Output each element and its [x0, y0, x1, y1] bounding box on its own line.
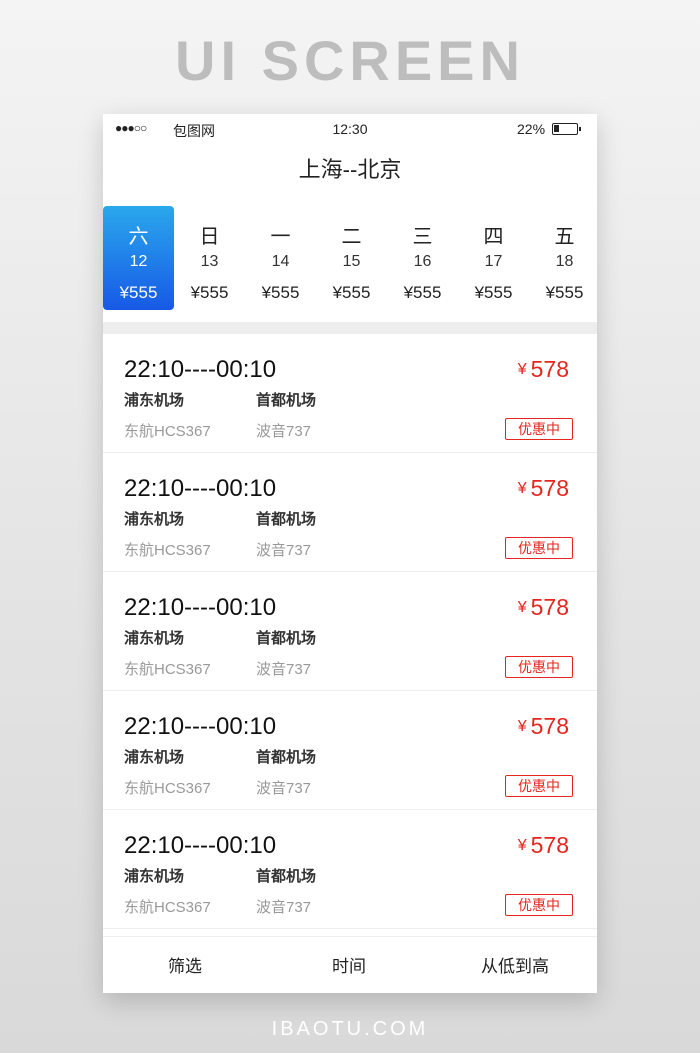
date-price: ¥555 — [474, 283, 513, 302]
flight-price: ¥578 — [518, 832, 569, 859]
section-divider — [103, 322, 597, 334]
flight-times: 22:10----00:10 — [124, 475, 277, 502]
route-title: 上海--北京 — [298, 157, 402, 182]
flight-list: 22:10----00:10 浦东机场 首都机场 东航HCS367 波音737 ¥578 优… — [103, 334, 597, 932]
date-weekday: 日 — [199, 226, 220, 248]
flight-row[interactable]: 22:10----00:10 浦东机场 首都机场东航HCS367 波音737 ¥578 优… — [103, 691, 597, 810]
date-weekday: 五 — [554, 226, 575, 248]
date-option[interactable]: 日 13 ¥555 — [174, 206, 245, 310]
aircraft-type: 波音737 — [256, 780, 312, 797]
flight-number: 东航HCS367 — [124, 899, 211, 916]
showcase-footer: IBAOTU.COM — [271, 1018, 429, 1040]
date-weekday: 四 — [483, 226, 504, 248]
battery-percentage: 22% — [517, 121, 546, 137]
price-amount: 578 — [530, 594, 569, 620]
departure-airport: 浦东机场 — [124, 868, 185, 885]
departure-airport: 浦东机场 — [124, 749, 185, 766]
date-weekday: 一 — [270, 226, 291, 248]
time-sort-button[interactable]: 时间 — [289, 937, 409, 993]
date-day: 14 — [271, 253, 290, 270]
date-weekday: 二 — [341, 226, 362, 248]
phone-screen: ●●●○○ 包图网 12:30 22% 上海--北京 六 12 ¥555 日 13 ¥55… — [103, 114, 597, 993]
date-price: ¥555 — [332, 283, 371, 302]
price-amount: 578 — [530, 475, 569, 501]
promo-badge: 优惠中 — [505, 537, 573, 559]
arrival-airport: 首都机场 — [256, 392, 317, 409]
price-sort-button[interactable]: 从低到高 — [453, 937, 577, 993]
arrival-airport: 首都机场 — [256, 511, 317, 528]
aircraft-type: 波音737 — [256, 661, 312, 678]
date-weekday: 六 — [128, 226, 149, 248]
price-amount: 578 — [530, 832, 569, 858]
date-price: ¥555 — [119, 283, 158, 302]
date-weekday: 三 — [412, 226, 433, 248]
promo-badge: 优惠中 — [505, 894, 573, 916]
date-price: ¥555 — [403, 283, 442, 302]
filter-button[interactable]: 筛选 — [125, 937, 245, 993]
flight-number: 东航HCS367 — [124, 423, 211, 440]
date-day: 12 — [129, 253, 148, 270]
battery-icon — [552, 123, 581, 135]
flight-price: ¥578 — [518, 594, 569, 621]
flight-price: ¥578 — [518, 356, 569, 383]
arrival-airport: 首都机场 — [256, 630, 317, 647]
flight-price: ¥578 — [518, 475, 569, 502]
date-option[interactable]: 四 17 ¥555 — [458, 206, 529, 310]
flight-number: 东航HCS367 — [124, 542, 211, 559]
arrival-airport: 首都机场 — [256, 749, 317, 766]
bottom-toolbar: 筛选 时间 从低到高 — [103, 936, 597, 993]
date-day: 15 — [342, 253, 361, 270]
date-price: ¥555 — [545, 283, 584, 302]
flight-times: 22:10----00:10 — [124, 713, 277, 740]
showcase-title: UI SCREEN — [175, 29, 525, 92]
departure-airport: 浦东机场 — [124, 392, 185, 409]
currency-symbol: ¥ — [517, 837, 527, 854]
departure-airport: 浦东机场 — [124, 511, 185, 528]
date-day: 18 — [555, 253, 574, 270]
date-selector: 六 12 ¥555 日 13 ¥555 一 14 ¥555 二 15 ¥555 三 16 ¥555 四 17 ¥5… — [103, 206, 597, 310]
arrival-airport: 首都机场 — [256, 868, 317, 885]
aircraft-type: 波音737 — [256, 899, 312, 916]
flight-number: 东航HCS367 — [124, 780, 211, 797]
promo-badge: 优惠中 — [505, 418, 573, 440]
flight-times: 22:10----00:10 — [124, 832, 277, 859]
flight-price: ¥578 — [518, 713, 569, 740]
currency-symbol: ¥ — [517, 361, 527, 378]
price-amount: 578 — [530, 356, 569, 382]
price-amount: 578 — [530, 713, 569, 739]
flight-row[interactable]: 22:10----00:10 浦东机场 首都机场东航HCS367 波音737 ¥578 优… — [103, 453, 597, 572]
currency-symbol: ¥ — [517, 599, 527, 616]
date-day: 13 — [200, 253, 219, 270]
date-day: 16 — [413, 253, 432, 270]
date-option[interactable]: 五 18 ¥555 — [529, 206, 597, 310]
flight-times: 22:10----00:10 — [124, 356, 277, 383]
aircraft-type: 波音737 — [256, 423, 312, 440]
flight-row[interactable]: 22:10----00:10 浦东机场 首都机场东航HCS367 波音737 ¥578 优… — [103, 572, 597, 691]
date-day: 17 — [484, 253, 503, 270]
date-option[interactable]: 二 15 ¥555 — [316, 206, 387, 310]
flight-row[interactable]: 22:10----00:10 浦东机场 首都机场东航HCS367 波音737 ¥578 优… — [103, 334, 597, 453]
flight-row[interactable]: 22:10----00:10 浦东机场 首都机场东航HCS367 波音737 ¥578 优… — [103, 810, 597, 929]
promo-badge: 优惠中 — [505, 656, 573, 678]
date-option[interactable]: 三 16 ¥555 — [387, 206, 458, 310]
departure-airport: 浦东机场 — [124, 630, 185, 647]
aircraft-type: 波音737 — [256, 542, 312, 559]
currency-symbol: ¥ — [517, 480, 527, 497]
date-price: ¥555 — [261, 283, 300, 302]
date-option[interactable]: 六 12 ¥555 — [103, 206, 174, 310]
flight-times: 22:10----00:10 — [124, 594, 277, 621]
currency-symbol: ¥ — [517, 718, 527, 735]
flight-number: 东航HCS367 — [124, 661, 211, 678]
date-option[interactable]: 一 14 ¥555 — [245, 206, 316, 310]
promo-badge: 优惠中 — [505, 775, 573, 797]
status-bar: ●●●○○ 包图网 12:30 22% — [103, 114, 597, 144]
date-price: ¥555 — [190, 283, 229, 302]
